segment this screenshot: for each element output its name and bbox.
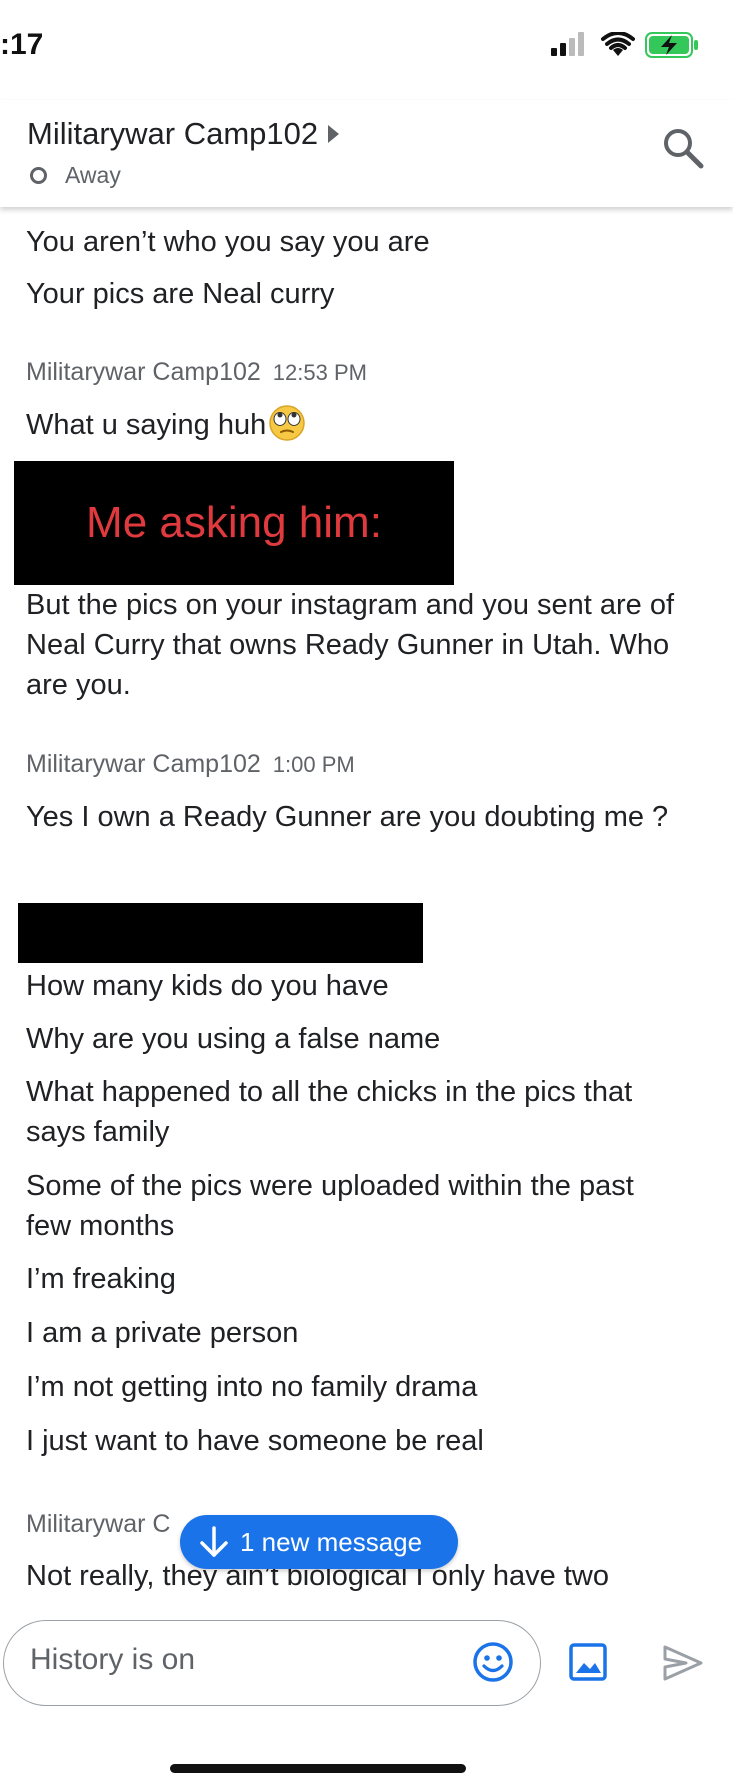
eye-roll-emoji-icon bbox=[269, 405, 305, 441]
signal-icon bbox=[551, 32, 584, 56]
message-text: How many kids do you have bbox=[26, 970, 389, 1002]
wifi-icon bbox=[601, 32, 635, 56]
scroll-fade bbox=[0, 1598, 733, 1620]
status-time: :17 bbox=[0, 28, 44, 61]
presence-label: Away bbox=[65, 162, 121, 188]
message-sender-header: Militarywar Camp102 1:00 PM bbox=[26, 750, 355, 779]
sender-name: Militarywar Camp102 bbox=[26, 750, 261, 778]
presence-status: Away bbox=[30, 162, 121, 189]
compose-input[interactable]: History is on bbox=[3, 1620, 541, 1706]
sender-name: Militarywar C bbox=[26, 1510, 171, 1538]
message-sender-header: Militarywar C bbox=[26, 1510, 170, 1539]
redaction-box bbox=[18, 903, 423, 963]
message-text: I am a private person bbox=[26, 1317, 299, 1349]
message-text: I’m not getting into no family drama bbox=[26, 1371, 478, 1403]
presence-dot-icon bbox=[30, 167, 47, 184]
message-text: What u saying huh bbox=[26, 409, 267, 441]
battery-charging-icon bbox=[645, 32, 698, 58]
message-timestamp: 12:53 PM bbox=[272, 360, 367, 385]
message-text: What happened to all the chicks in the p… bbox=[26, 1076, 633, 1148]
message-text: Some of the pics were uploaded within th… bbox=[26, 1170, 634, 1242]
message-text: I’m freaking bbox=[26, 1263, 176, 1295]
conversation-title: Militarywar Camp102 bbox=[27, 116, 319, 151]
chat-header: Militarywar Camp102 Away bbox=[0, 100, 733, 207]
compose-placeholder: History is on bbox=[30, 1643, 196, 1676]
image-icon[interactable] bbox=[568, 1642, 608, 1682]
emoji-icon[interactable] bbox=[472, 1641, 514, 1683]
new-message-button[interactable]: 1 new message bbox=[180, 1515, 458, 1569]
home-indicator bbox=[170, 1764, 466, 1773]
annotation-overlay: Me asking him: bbox=[14, 461, 454, 585]
status-bar: :17 bbox=[0, 0, 733, 100]
message-sender-header: Militarywar Camp102 12:53 PM bbox=[26, 358, 367, 387]
caret-right-icon bbox=[328, 125, 340, 143]
message-text: Why are you using a false name bbox=[26, 1023, 441, 1055]
arrow-down-icon bbox=[200, 1526, 228, 1557]
message-text: Yes I own a Ready Gunner are you doubtin… bbox=[26, 801, 669, 833]
message-text: Your pics are Neal curry bbox=[26, 278, 335, 310]
new-message-label: 1 new message bbox=[240, 1526, 423, 1557]
sender-name: Militarywar Camp102 bbox=[26, 358, 261, 386]
message-item: What u saying huh bbox=[26, 404, 686, 445]
message-text: I just want to have someone be real bbox=[26, 1425, 484, 1457]
message-text: But the pics on your instagram and you s… bbox=[26, 589, 675, 701]
send-icon[interactable] bbox=[662, 1644, 704, 1682]
search-icon[interactable] bbox=[661, 126, 705, 170]
annotation-text: Me asking him: bbox=[86, 498, 382, 547]
message-timestamp: 1:00 PM bbox=[272, 752, 355, 777]
message-text: You aren’t who you say you are bbox=[26, 226, 430, 258]
conversation-title-button[interactable]: Militarywar Camp102 bbox=[27, 116, 340, 152]
